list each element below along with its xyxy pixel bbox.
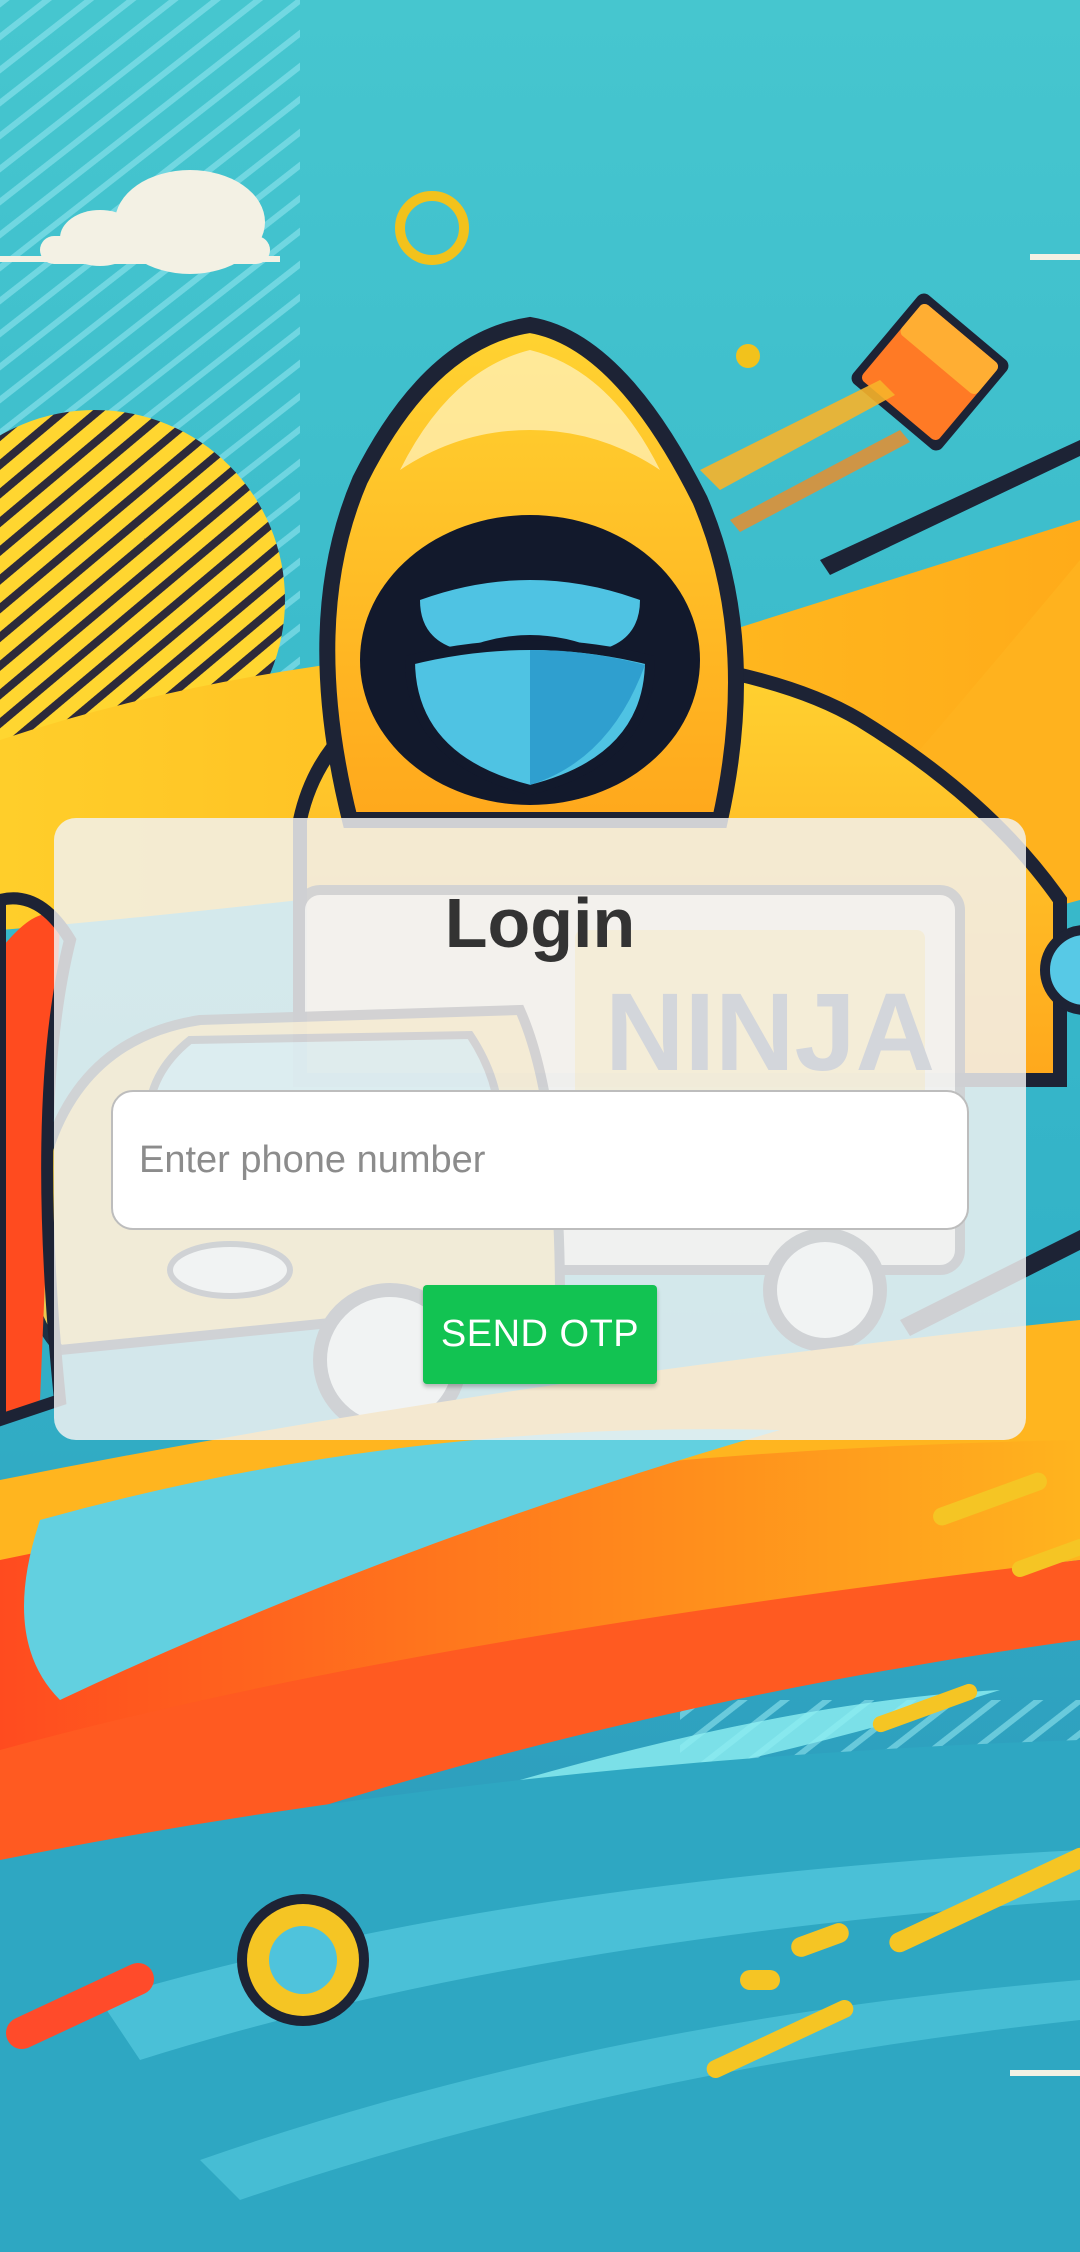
login-title: Login [444,884,636,962]
phone-number-input[interactable] [111,1090,969,1230]
send-otp-button[interactable]: SEND OTP [423,1285,657,1384]
login-card: Login SEND OTP [54,818,1026,1440]
